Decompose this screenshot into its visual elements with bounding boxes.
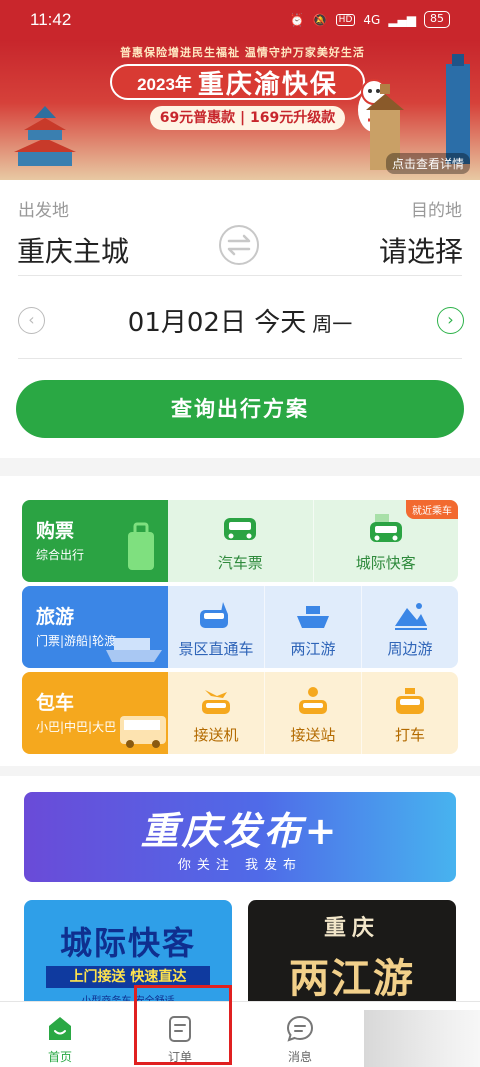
service-item-label: 城际快客 xyxy=(355,554,416,572)
nav-label: 首页 xyxy=(47,1050,72,1064)
two-rivers-tour-card[interactable]: 重庆 两江游 xyxy=(248,900,456,1010)
cruise-ship-icon xyxy=(106,638,162,662)
card-subtitle: 上门接送 快速直达 xyxy=(46,966,210,988)
from-label: 出发地 xyxy=(18,201,69,221)
travel-main-tile[interactable]: 旅游 门票|游船|轮渡 xyxy=(22,586,168,668)
service-item-two-rivers[interactable]: 两江游 xyxy=(264,586,361,668)
service-item-airport-transfer[interactable]: 接送机 xyxy=(168,672,264,754)
signal-icon: ▂▄▆ xyxy=(388,12,416,27)
nav-label: 订单 xyxy=(167,1050,192,1064)
taxi-icon xyxy=(396,688,424,714)
service-row-travel: 旅游 门票|游船|轮渡 景区直通车 两江游 周边游 xyxy=(22,586,458,668)
swap-cities-icon[interactable] xyxy=(218,224,260,266)
bus-icon xyxy=(224,518,257,540)
service-item-taxi[interactable]: 打车 xyxy=(361,672,458,754)
nav-label: 消息 xyxy=(287,1050,312,1064)
mute-icon: 🔕 xyxy=(312,12,328,27)
date-selector[interactable]: 01月02日 今天 周一 xyxy=(0,302,480,339)
query-trip-button[interactable]: 查询出行方案 xyxy=(16,380,464,438)
service-item-nearby-tour[interactable]: 周边游 xyxy=(361,586,458,668)
card-title: 城际快客 xyxy=(59,924,196,962)
promo-banner-top[interactable]: 普惠保险增进民生福祉 温情守护万家美好生活 2023年 重庆渝快保 69元普惠款… xyxy=(0,40,480,180)
luggage-icon xyxy=(128,522,154,570)
date-weekday: 周一 xyxy=(312,312,353,336)
trip-search-card: 出发地 目的地 重庆主城 请选择 ‹ 01月02日 今天 周一 › 查询出行方案 xyxy=(0,180,480,458)
promo-title: 重庆发布+ xyxy=(140,809,340,853)
nearby-badge: 就近乘车 xyxy=(406,500,458,519)
service-title: 包车 xyxy=(36,692,75,714)
service-item-label: 接送机 xyxy=(193,726,239,744)
banner-title-box: 2023年 重庆渝快保 xyxy=(110,64,365,100)
service-title: 购票 xyxy=(36,520,75,542)
scenic-bus-icon xyxy=(200,602,228,628)
from-city-selector[interactable]: 重庆主城 xyxy=(17,230,129,270)
to-city-selector[interactable]: 请选择 xyxy=(379,230,463,270)
service-item-label: 接送站 xyxy=(290,726,336,744)
status-icons: ⏰ 🔕 HD 4G ▂▄▆ 85 xyxy=(290,11,450,28)
hd-icon: HD xyxy=(335,13,356,26)
banner-price: 69元普惠款 | 169元升级款 xyxy=(150,106,345,130)
services-grid: 购票 综合出行 汽车票 就近乘车 城际快客 旅游 门票|游船|轮渡 景区直通车 … xyxy=(0,476,480,766)
service-item-label: 两江游 xyxy=(290,640,336,658)
great-hall-illustration xyxy=(14,106,76,166)
overlay-shadow xyxy=(364,1010,480,1067)
intercity-icon xyxy=(369,514,402,542)
nav-tab-orders[interactable]: 订单 xyxy=(120,1002,240,1067)
promo-subtitle: 你关注 我发布 xyxy=(177,858,303,873)
service-item-station-transfer[interactable]: 接送站 xyxy=(264,672,361,754)
app-page: 11:42 ⏰ 🔕 HD 4G ▂▄▆ 85 普惠保险增进民生福祉 温情守护万家… xyxy=(0,0,480,1067)
card-big-title: 两江游 xyxy=(289,955,415,1002)
date-main: 01月02日 今天 xyxy=(127,308,307,338)
message-bubble-icon xyxy=(286,1015,314,1042)
service-item-intercity[interactable]: 就近乘车 城际快客 xyxy=(312,500,458,582)
service-item-scenic-bus[interactable]: 景区直通车 xyxy=(168,586,264,668)
boat-icon xyxy=(297,606,329,628)
service-item-bus-ticket[interactable]: 汽车票 xyxy=(168,500,313,582)
service-item-label: 汽车票 xyxy=(217,554,263,572)
service-item-label: 打车 xyxy=(394,726,425,744)
intercity-express-card[interactable]: 城际快客 上门接送 快速直达 小型商务车 安全舒适 xyxy=(24,900,232,1010)
status-bar: 11:42 ⏰ 🔕 HD 4G ▂▄▆ 85 xyxy=(0,0,480,40)
coach-icon xyxy=(120,716,166,748)
service-row-charter: 包车 小巴|中巴|大巴 接送机 接送站 打车 xyxy=(22,672,458,754)
chongqing-release-banner[interactable]: 重庆发布+ 你关注 我发布 xyxy=(24,792,456,882)
service-row-tickets: 购票 综合出行 汽车票 就近乘车 城际快客 xyxy=(22,500,458,582)
airport-icon xyxy=(202,690,230,714)
skyscraper-illustration xyxy=(446,54,470,164)
banner-title: 重庆渝快保 xyxy=(197,69,338,100)
divider xyxy=(18,358,462,359)
station-icon xyxy=(299,687,327,714)
service-item-label: 周边游 xyxy=(387,640,433,658)
service-title: 旅游 xyxy=(36,606,75,628)
service-subtitle: 综合出行 xyxy=(36,548,85,562)
charter-main-tile[interactable]: 包车 小巴|中巴|大巴 xyxy=(22,672,168,754)
nav-tab-home[interactable]: 首页 xyxy=(0,1002,120,1067)
card-small-title: 重庆 xyxy=(323,915,380,941)
status-time: 11:42 xyxy=(30,10,72,29)
mountain-icon xyxy=(395,603,427,630)
banner-slogan: 普惠保险增进民生福祉 温情守护万家美好生活 xyxy=(120,46,365,59)
network-label: 4G xyxy=(363,12,381,27)
tickets-main-tile[interactable]: 购票 综合出行 xyxy=(22,500,168,582)
service-subtitle: 小巴|中巴|大巴 xyxy=(36,720,117,734)
battery-indicator: 85 xyxy=(424,11,450,28)
next-date-icon[interactable]: › xyxy=(437,307,464,334)
banner-year: 2023年 xyxy=(137,74,192,94)
banner-detail-link[interactable]: 点击查看详情 xyxy=(385,153,470,174)
promo-area: 重庆发布+ 你关注 我发布 城际快客 上门接送 快速直达 小型商务车 安全舒适 … xyxy=(0,776,480,1010)
nav-tab-messages[interactable]: 消息 xyxy=(240,1002,360,1067)
alarm-icon: ⏰ xyxy=(289,12,305,27)
order-list-icon xyxy=(169,1016,191,1042)
home-icon xyxy=(49,1017,71,1040)
service-item-label: 景区直通车 xyxy=(178,640,254,658)
divider xyxy=(18,275,462,276)
to-label: 目的地 xyxy=(411,201,462,221)
